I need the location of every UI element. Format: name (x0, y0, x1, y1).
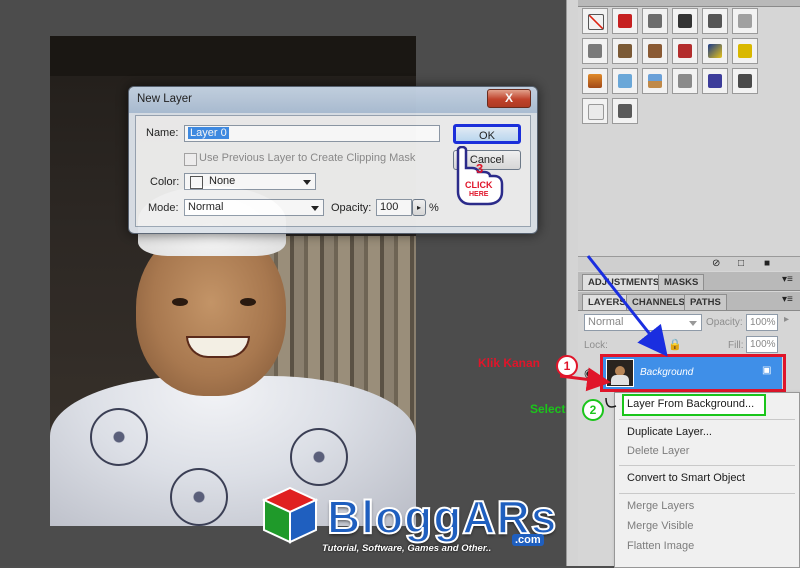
watermark-tagline: Tutorial, Software, Games and Other.. (322, 543, 492, 554)
arrow-to-dialog (586, 255, 668, 357)
arrow-to-layer (559, 367, 611, 392)
arrow-to-menuitem (605, 397, 617, 408)
bloggars-logo-cube-icon (261, 486, 319, 544)
watermark-domain: .com (512, 534, 544, 546)
annotation-arrows (559, 255, 668, 408)
